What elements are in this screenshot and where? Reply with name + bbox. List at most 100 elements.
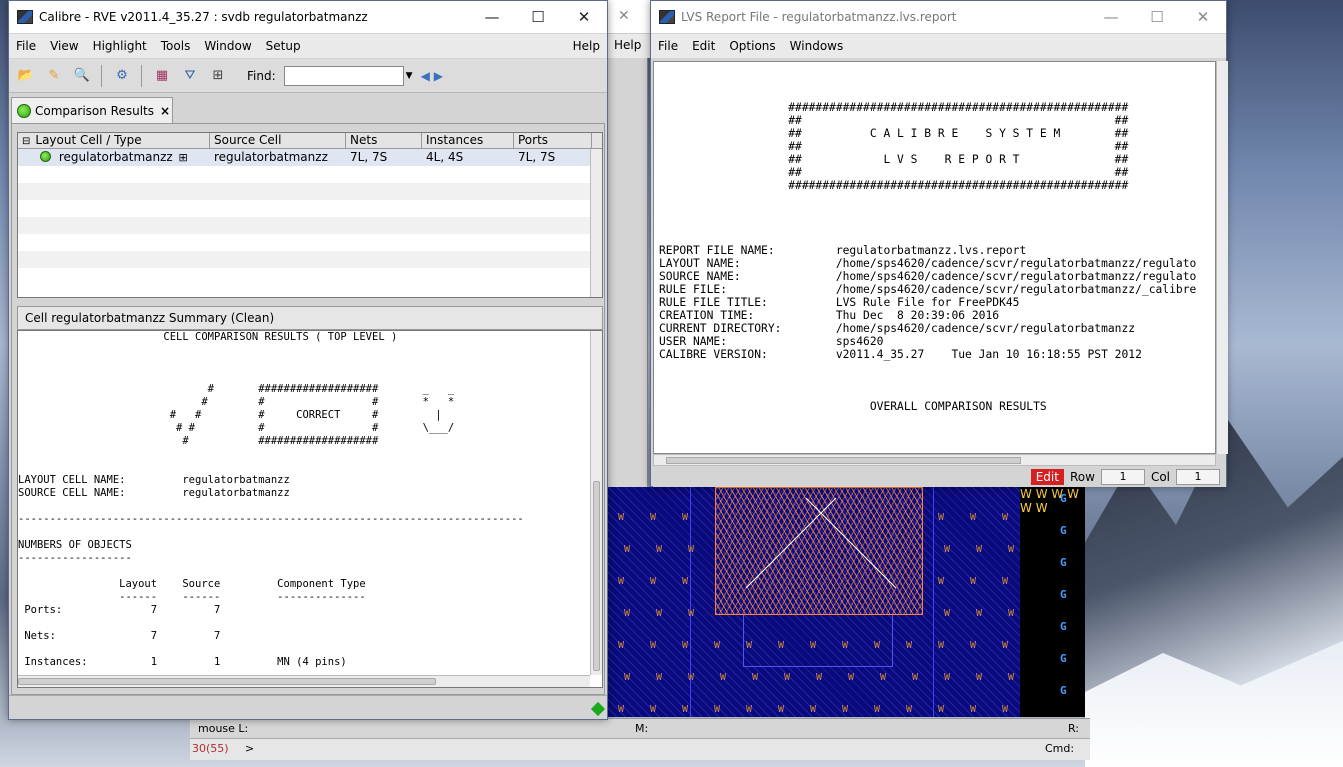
layout-glyph-g: G (1060, 620, 1067, 633)
filter-icon[interactable]: ⛛ (179, 65, 201, 87)
menu-help[interactable]: Help (566, 39, 607, 53)
layout-viewer-help-menu[interactable]: Help (614, 38, 641, 52)
find-prev-icon[interactable]: ◀ (421, 69, 430, 83)
layout-glyph-w: W (656, 608, 663, 619)
layout-glyph-w: W (618, 640, 625, 651)
menu-view[interactable]: View (43, 39, 85, 53)
lvs-window-title: LVS Report File - regulatorbatmanzz.lvs.… (681, 10, 957, 24)
ports-value: 7L, 7S (518, 150, 556, 164)
menu-window[interactable]: Window (197, 39, 258, 53)
layout-glyph-w: W (944, 608, 951, 619)
row-value: 1 (1100, 469, 1145, 485)
layout-glyph-w: W (624, 544, 631, 555)
layout-glyph-w: W (784, 672, 791, 683)
column-instances[interactable]: Instances (422, 133, 514, 148)
settings-gear-icon[interactable]: ⚙ (111, 65, 133, 87)
menu-file[interactable]: File (651, 39, 685, 53)
layout-glyph-w: W (1002, 704, 1009, 715)
summary-title: Cell regulatorbatmanzz Summary (Clean) (17, 306, 603, 330)
layout-glyph-w: W (906, 704, 913, 715)
minimize-icon[interactable]: — (1088, 8, 1134, 26)
lvs-titlebar[interactable]: LVS Report File - regulatorbatmanzz.lvs.… (651, 1, 1226, 33)
menu-file[interactable]: File (9, 39, 43, 53)
lvs-vertical-scrollbar[interactable] (1216, 61, 1228, 454)
layout-glyph-w: W (1008, 544, 1015, 555)
zoom-dropdown-icon[interactable]: 🔍 (71, 65, 93, 87)
layout-glyph-w: W (874, 640, 881, 651)
empty-row (18, 217, 602, 234)
menu-edit[interactable]: Edit (685, 39, 722, 53)
close-icon[interactable]: ✕ (1180, 8, 1226, 26)
hierarchy-dropdown-icon[interactable]: ⊞ (207, 65, 229, 87)
layout-glyph-w: W (618, 512, 625, 523)
layout-glyph-w: W (650, 512, 657, 523)
layout-glyph-w: W (650, 704, 657, 715)
column-layout-cell[interactable]: ⊟ Layout Cell / Type (18, 133, 210, 148)
rve-toolbar: 📂 ✎ 🔍 ⚙ ▦ ⛛ ⊞ Find: ▼ ◀ ▶ (9, 59, 607, 93)
layout-viewer-close-icon[interactable]: ✕ (618, 8, 630, 24)
edit-mode-badge[interactable]: Edit (1030, 469, 1064, 485)
tab-comparison-results[interactable]: Comparison Results × (11, 97, 173, 123)
scroll-thumb[interactable] (593, 481, 600, 671)
layout-glyph-w: W (1008, 672, 1015, 683)
command-prompt[interactable]: > (245, 742, 254, 755)
lvs-horizontal-scrollbar[interactable] (653, 454, 1216, 466)
command-counter: 30(55) (192, 742, 229, 755)
scroll-thumb[interactable] (666, 457, 1021, 464)
find-next-icon[interactable]: ▶ (434, 69, 443, 83)
column-nets[interactable]: Nets (346, 133, 422, 148)
rve-titlebar[interactable]: Calibre - RVE v2011.4_35.27 : svdb regul… (9, 1, 607, 33)
palette-icon[interactable]: ▦ (151, 65, 173, 87)
layout-glyph-g: G (1060, 492, 1067, 505)
layout-glyph-w: W (688, 608, 695, 619)
lvs-report-text-panel[interactable]: ########################################… (653, 61, 1216, 454)
find-dropdown-icon[interactable]: ▼ (406, 71, 413, 81)
layout-glyph-w: W (848, 672, 855, 683)
minimize-icon[interactable]: — (469, 8, 515, 26)
layout-glyph-w: W (778, 640, 785, 651)
column-tree-icon: ⊟ (22, 136, 31, 147)
menu-options[interactable]: Options (722, 39, 782, 53)
menu-windows[interactable]: Windows (783, 39, 851, 53)
summary-horizontal-scrollbar[interactable] (18, 675, 590, 687)
layout-viewer-mouse-status: mouse L: M: R: (190, 718, 1090, 738)
clean-smiley-icon (40, 151, 51, 162)
table-row[interactable]: regulatorbatmanzz ⊞ regulatorbatmanzz 7L… (18, 149, 602, 166)
menu-setup[interactable]: Setup (259, 39, 308, 53)
open-folder-icon[interactable]: 📂 (15, 65, 37, 87)
layout-glyph-w: W (656, 544, 663, 555)
tab-label: Comparison Results (35, 103, 154, 118)
find-input[interactable] (283, 65, 404, 86)
summary-vertical-scrollbar[interactable] (590, 331, 602, 675)
maximize-icon[interactable]: ☐ (1134, 8, 1180, 26)
layout-glyph-w: W (714, 704, 721, 715)
layout-glyph-w: W (720, 672, 727, 683)
layout-glyph-w: W (682, 576, 689, 587)
layout-glyph-w: W (976, 544, 983, 555)
layout-glyph-w: W (1035, 487, 1048, 501)
maximize-icon[interactable]: ☐ (515, 8, 561, 26)
tab-close-icon[interactable]: × (160, 104, 170, 118)
empty-row (18, 234, 602, 251)
layout-glyph-w: W (938, 704, 945, 715)
column-ports[interactable]: Ports (514, 133, 592, 148)
summary-text-panel[interactable]: CELL COMPARISON RESULTS ( TOP LEVEL ) # … (17, 330, 603, 688)
table-scrollbar[interactable] (590, 149, 602, 297)
clean-smiley-icon (17, 103, 31, 118)
menu-tools[interactable]: Tools (154, 39, 198, 53)
layout-glyph-w: W (976, 608, 983, 619)
layout-glyph-w: W (810, 704, 817, 715)
scroll-thumb[interactable] (18, 678, 436, 685)
column-source-cell[interactable]: Source Cell (210, 133, 346, 148)
comparison-results-pane: ⊟ Layout Cell / Type Source Cell Nets Ins… (11, 123, 605, 695)
layout-glyph-w: W (1067, 487, 1079, 501)
layout-glyph-w: W (1002, 576, 1009, 587)
highlight-pen-icon[interactable]: ✎ (43, 65, 65, 87)
close-icon[interactable]: ✕ (561, 8, 607, 26)
layout-glyph-g: G (1060, 588, 1067, 601)
layout-glyph-w: W (970, 512, 977, 523)
empty-row (18, 200, 602, 217)
layout-viewer-menubar: Help (608, 34, 650, 58)
source-cell-name: regulatorbatmanzz (214, 150, 328, 164)
menu-highlight[interactable]: Highlight (86, 39, 154, 53)
